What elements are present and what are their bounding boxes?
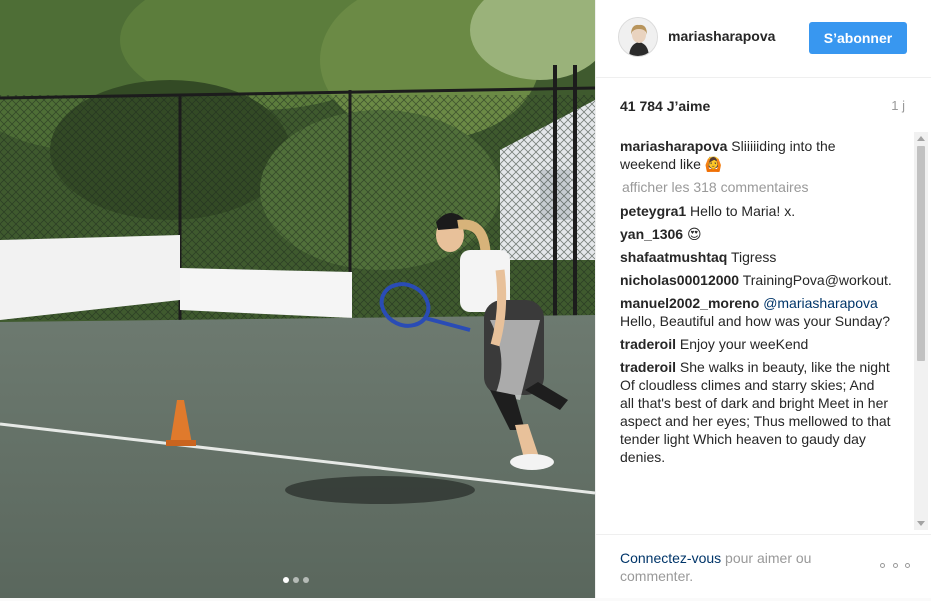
comment-text: TrainingPova@workout. (742, 272, 892, 288)
carousel-dot (283, 577, 289, 583)
scroll-up-icon[interactable] (917, 136, 925, 141)
post-header: mariasharapova S’abonner (596, 0, 931, 78)
follow-button[interactable]: S’abonner (809, 22, 907, 54)
comment-mention[interactable]: @mariasharapova (763, 295, 878, 311)
comment-item: manuel2002_moreno @mariasharapova Hello,… (620, 294, 892, 330)
comment-author[interactable]: mariasharapova (620, 138, 727, 154)
caption: mariasharapova Sliiiiiding into the week… (620, 137, 892, 173)
comment-item: peteygra1 Hello to Maria! x. (620, 202, 892, 220)
comment-item: traderoil Enjoy your weeKend (620, 335, 892, 353)
carousel-dot (293, 577, 299, 583)
post-footer: Connectez-vous pour aimer ou commenter. (596, 534, 931, 598)
load-more-comments[interactable]: afficher les 318 commentaires (622, 178, 892, 196)
comment-author[interactable]: peteygra1 (620, 203, 686, 219)
comments-scrollbar[interactable] (914, 132, 928, 530)
more-dot (880, 562, 885, 568)
comment-text: Hello, Beautiful and how was your Sunday… (620, 313, 891, 329)
comment-text: Tigress (731, 249, 777, 265)
likes-count[interactable]: 41 784 J’aime (620, 98, 710, 114)
comment-author[interactable]: shafaatmushtaq (620, 249, 727, 265)
scroll-down-icon[interactable] (917, 521, 925, 526)
comments-list: mariasharapova Sliiiiiding into the week… (620, 137, 892, 529)
more-dot (892, 562, 898, 568)
comment-author[interactable]: manuel2002_moreno (620, 295, 759, 311)
more-dot (905, 562, 910, 568)
comment-item: shafaatmushtaq Tigress (620, 248, 892, 266)
comment-item: nicholas00012000 TrainingPova@workout. (620, 271, 892, 289)
comment-author[interactable]: nicholas00012000 (620, 272, 739, 288)
comment-text: Enjoy your weeKend (679, 336, 809, 352)
comment-text: 😍 (686, 226, 702, 242)
comment-item: traderoil She walks in beauty, like the … (620, 358, 892, 466)
post-details-panel: mariasharapova S’abonner 41 784 J’aime 1… (595, 0, 931, 598)
comment-text: Hello to Maria! x. (690, 203, 796, 219)
login-link[interactable]: Connectez-vous (620, 550, 721, 566)
avatar[interactable] (618, 17, 658, 57)
login-prompt: Connectez-vous pour aimer ou commenter. (620, 549, 850, 585)
scroll-thumb[interactable] (917, 146, 925, 361)
more-options-icon[interactable] (880, 559, 910, 571)
avatar-image (619, 18, 657, 56)
post-media[interactable] (0, 0, 595, 598)
comment-item: yan_1306 😍 (620, 225, 892, 243)
comment-author[interactable]: yan_1306 (620, 226, 683, 242)
comment-author[interactable]: traderoil (620, 336, 676, 352)
username-link[interactable]: mariasharapova (668, 28, 775, 44)
carousel-indicator (283, 577, 309, 583)
comment-author[interactable]: traderoil (620, 359, 676, 375)
post-time[interactable]: 1 j (891, 98, 905, 113)
carousel-dot (303, 577, 309, 583)
tennis-court-photo (0, 0, 595, 598)
